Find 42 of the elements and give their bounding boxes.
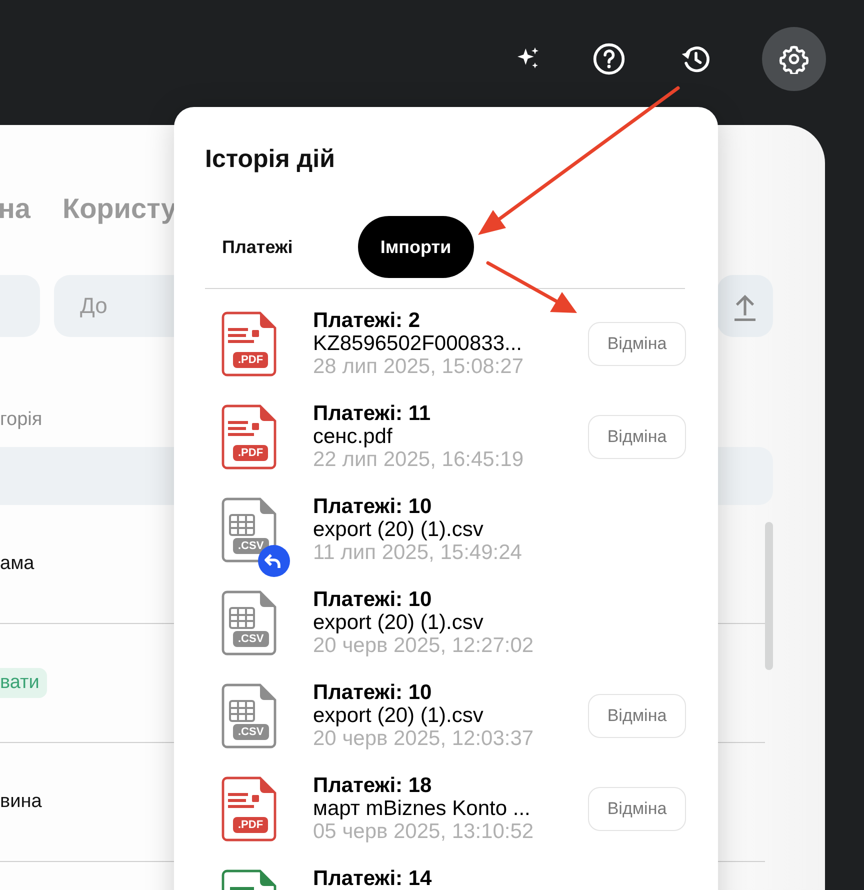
import-date: 05 черв 2025, 13:10:52 <box>313 820 535 843</box>
file-type-label: .CSV <box>233 538 269 554</box>
file-name: export (20) (1).csv <box>313 611 484 634</box>
file-type-label: .CSV <box>233 724 269 740</box>
file-name: export (20) (1).csv <box>313 518 484 541</box>
file-name: сенс.pdf <box>313 425 394 448</box>
import-title: Платежі: 10 <box>313 588 433 611</box>
file-type-label: .PDF <box>233 352 268 368</box>
file-name: март mBiznes Konto ... <box>313 797 532 820</box>
tab[interactable]: Імпорти <box>358 216 474 278</box>
popover-title: Історія дій <box>205 145 336 174</box>
import-date: 28 лип 2025, 15:08:27 <box>313 355 525 378</box>
file-name: KZ8596502F000833... <box>313 332 523 355</box>
import-title: Платежі: 2 <box>313 309 422 332</box>
import-date: 20 черв 2025, 12:03:37 <box>313 727 535 750</box>
cancel-button[interactable]: Відміна <box>588 322 686 366</box>
import-date: 11 лип 2025, 15:49:24 <box>313 541 523 564</box>
help-icon[interactable] <box>592 42 626 76</box>
file-type-label: .CSV <box>233 631 269 647</box>
settings-icon <box>779 44 809 74</box>
column-label: горія <box>0 409 42 431</box>
import-title: Платежі: 18 <box>313 774 433 797</box>
cancel-button[interactable]: Відміна <box>588 787 686 831</box>
import-title: Платежі: 10 <box>313 495 433 518</box>
tab-label[interactable]: Користу <box>62 193 177 225</box>
import-title: Платежі: 11 <box>313 402 432 425</box>
file-type-label: .PDF <box>233 445 268 461</box>
tab[interactable]: Платежі <box>205 216 310 278</box>
table-cell: ама <box>0 553 34 575</box>
file-name: export (20) (1).csv <box>313 704 484 727</box>
import-title: Платежі: 14 <box>313 867 433 890</box>
import-date: 20 черв 2025, 12:27:02 <box>313 634 535 657</box>
tab-label[interactable]: на <box>0 193 30 225</box>
scrollbar[interactable] <box>765 522 773 670</box>
import-date: 22 лип 2025, 16:45:19 <box>313 448 525 471</box>
upload-button[interactable] <box>717 275 773 337</box>
cancel-button[interactable]: Відміна <box>588 694 686 738</box>
status-badge: вати <box>0 668 48 698</box>
table-cell: вина <box>0 791 42 813</box>
cancel-button[interactable]: Відміна <box>588 415 686 459</box>
import-title: Платежі: 10 <box>313 681 433 704</box>
file-type-label: .PDF <box>233 817 268 833</box>
